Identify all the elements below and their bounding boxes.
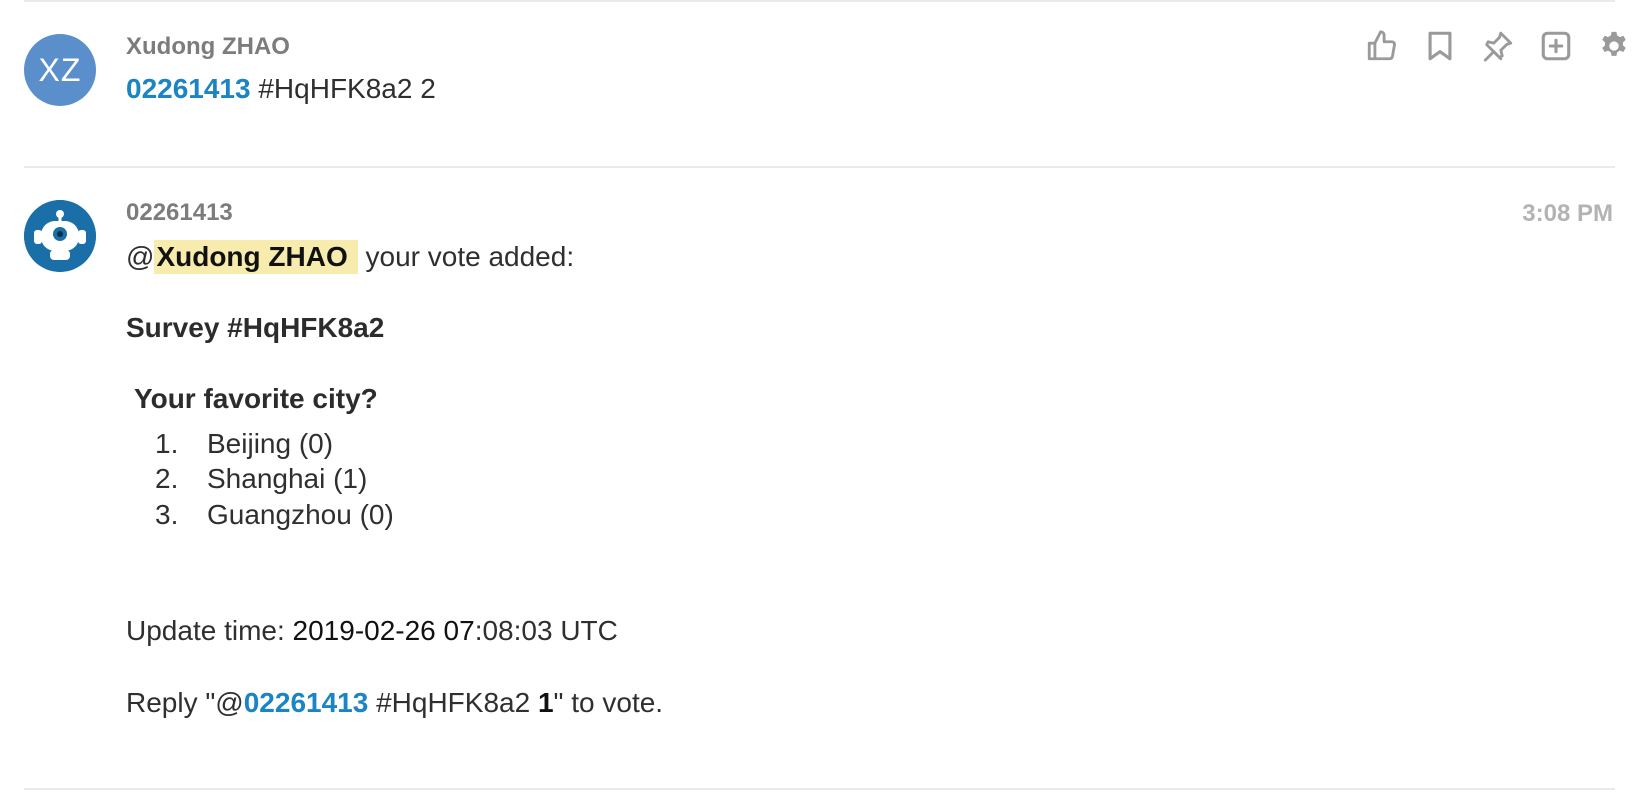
message-body: #HqHFK8a2 2 [258, 73, 436, 104]
reply-instructions: Reply "@02261413 #HqHFK8a2 1" to vote. [126, 686, 663, 720]
add-icon[interactable] [1536, 26, 1576, 66]
option-label: Beijing (0) [207, 428, 334, 459]
option-label: Guangzhou (0) [207, 499, 394, 530]
bottom-divider [24, 788, 1615, 790]
update-time: Update time: 2019-02-26 07:08:03 UTC [126, 614, 618, 648]
avatar-xz[interactable]: XZ [24, 34, 96, 106]
pin-icon[interactable] [1478, 26, 1518, 66]
survey-question: Your favorite city? [134, 383, 378, 414]
option-label: Shanghai (1) [207, 463, 368, 494]
reply-prefix: Reply "@ [126, 687, 244, 718]
reply-number: 1 [537, 687, 554, 718]
top-divider [24, 0, 1615, 2]
message-divider [24, 166, 1615, 168]
bookmark-icon[interactable] [1420, 26, 1460, 66]
option-number: 2. [155, 463, 179, 494]
bot-avatar[interactable] [24, 200, 96, 272]
reply-suffix: " to vote. [553, 687, 664, 718]
option-number: 1. [155, 428, 179, 459]
thumbs-up-icon[interactable] [1362, 26, 1402, 66]
sender-name[interactable]: Xudong ZHAO [126, 33, 290, 61]
update-value-rest: :08:03 UTC [474, 615, 618, 646]
update-value: 2019-02-26 07 [292, 615, 475, 646]
sender-name[interactable]: 02261413 [126, 199, 233, 227]
intro-text: your vote added: [357, 241, 575, 272]
reply-mid: #HqHFK8a2 [368, 687, 538, 718]
message-text: 02261413 #HqHFK8a2 2 [126, 72, 436, 106]
message-time[interactable]: 3:08 PM [1522, 200, 1613, 228]
message-actions [1362, 26, 1634, 66]
at-symbol: @ [126, 241, 155, 272]
update-label: Update time: [126, 615, 293, 646]
gear-icon[interactable] [1594, 26, 1634, 66]
vote-intro: @Xudong ZHAO your vote added: [126, 240, 574, 274]
user-link[interactable]: 02261413 [126, 73, 251, 104]
option-number: 3. [155, 499, 179, 530]
user-link[interactable]: 02261413 [244, 687, 369, 718]
survey-title: Survey #HqHFK8a2 [126, 312, 385, 343]
user-mention[interactable]: Xudong ZHAO [154, 240, 358, 274]
